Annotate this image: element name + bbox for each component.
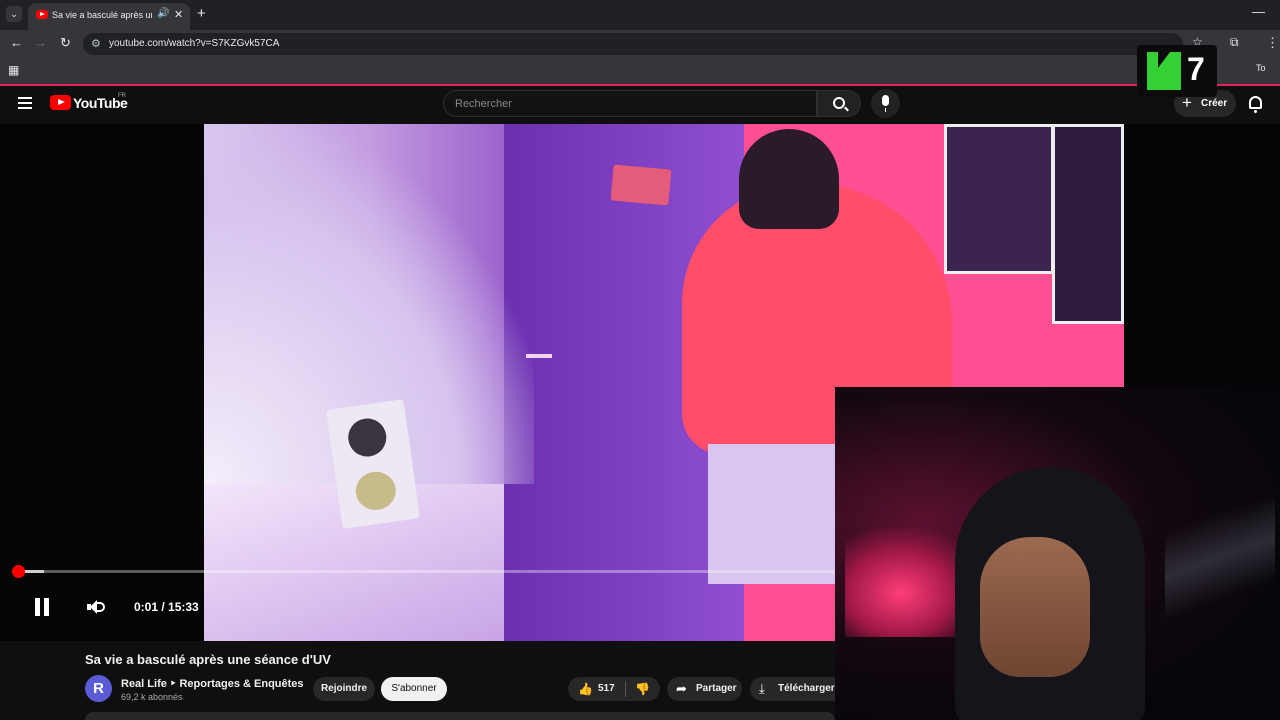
share-label: Partager [696, 683, 737, 694]
progress-scrubber-handle[interactable] [12, 565, 25, 578]
region-code: FR [118, 93, 126, 99]
channel-name[interactable]: Real Life ‣ Reportages & Enquêtes [121, 677, 304, 690]
like-dislike-group: 👍 517 👎 [568, 677, 660, 701]
forward-arrow-icon[interactable]: → [34, 35, 47, 50]
address-bar[interactable]: ⚙ youtube.com/watch?v=S7KZGvk57CA [83, 33, 1183, 55]
video-scene-person-hair [739, 129, 839, 229]
youtube-favicon-icon [36, 10, 48, 19]
join-button[interactable]: Rejoindre [313, 677, 375, 701]
search-button[interactable] [817, 90, 861, 117]
video-scene-speaker [326, 399, 420, 529]
bookmark-folder-label[interactable]: To [1256, 63, 1266, 73]
url-text: youtube.com/watch?v=S7KZGvk57CA [109, 38, 280, 49]
notifications-bell-icon[interactable] [1249, 96, 1262, 113]
download-button[interactable]: ⤓ Télécharger [750, 677, 835, 701]
k-letter-mark [1147, 52, 1181, 90]
join-label: Rejoindre [320, 683, 368, 694]
tab-list-button[interactable]: ⌄ [6, 6, 22, 22]
voice-search-button[interactable] [871, 89, 900, 118]
channel-avatar[interactable]: R [85, 675, 112, 702]
tab-title: Sa vie a basculé après une s [52, 10, 152, 20]
window-minimize-button[interactable]: — [1252, 4, 1265, 19]
tab-close-icon[interactable]: ✕ [174, 8, 183, 21]
video-scene-sign [610, 164, 672, 206]
youtube-logo-icon[interactable] [50, 95, 71, 110]
apps-grid-icon[interactable]: ▦ [8, 63, 19, 77]
back-arrow-icon[interactable]: ← [10, 35, 23, 50]
thumbs-up-icon[interactable]: 👍 [578, 682, 593, 696]
video-scene-person-skirt [708, 444, 838, 584]
subscriber-count: 69,2 k abonnés [121, 692, 183, 702]
guide-menu-icon[interactable] [18, 97, 32, 109]
time-display: 0:01 / 15:33 [134, 600, 199, 614]
subscribe-button[interactable]: S'abonner [381, 677, 447, 701]
webcam-person-face [980, 537, 1090, 677]
like-count[interactable]: 517 [598, 683, 615, 694]
volume-icon[interactable] [87, 600, 105, 614]
share-arrow-icon: ➦ [676, 681, 687, 696]
video-scene-poster [1052, 124, 1124, 324]
video-title: Sa vie a basculé après une séance d'UV [85, 652, 331, 667]
create-label: Créer [1201, 98, 1228, 109]
search-icon [833, 97, 845, 109]
new-tab-button[interactable]: + [197, 5, 206, 22]
reload-icon[interactable]: ↻ [60, 35, 71, 51]
thumbs-down-icon[interactable]: 👎 [635, 682, 650, 696]
subscribe-label: S'abonner [391, 683, 437, 694]
microphone-icon [882, 95, 889, 106]
search-input[interactable]: Rechercher [443, 90, 817, 117]
bookmarks-bar: ▦ [0, 58, 1280, 84]
download-icon: ⤓ [759, 681, 765, 696]
like-divider [625, 681, 626, 697]
progress-bar[interactable] [18, 570, 834, 573]
extensions-icon[interactable]: ⧉ [1230, 35, 1239, 50]
video-scene-door-handle [526, 354, 552, 358]
browser-tab-strip: ⌄ Sa vie a basculé après une s 🔊 ✕ + — [0, 0, 1280, 30]
description-box[interactable] [85, 712, 835, 720]
youtube-masthead: YouTube FR Rechercher + Créer [0, 86, 1280, 124]
k7-logo: 7 [1137, 45, 1217, 97]
logo-number: 7 [1187, 51, 1205, 87]
browser-toolbar: ← → ↻ ⚙ youtube.com/watch?v=S7KZGvk57CA … [0, 30, 1280, 58]
search-placeholder: Rechercher [455, 98, 512, 110]
pause-icon[interactable] [34, 598, 50, 616]
menu-dots-icon[interactable]: ⋮ [1266, 35, 1279, 51]
browser-tab[interactable]: Sa vie a basculé après une s 🔊 ✕ [28, 3, 190, 30]
site-info-icon[interactable]: ⚙ [91, 37, 101, 50]
video-scene-poster [944, 124, 1054, 274]
share-button[interactable]: ➦ Partager [667, 677, 742, 701]
webcam-overlay [835, 387, 1280, 720]
webcam-background-lights [1165, 467, 1275, 647]
tab-audio-icon[interactable]: 🔊 [157, 8, 169, 19]
download-label: Télécharger [778, 683, 835, 694]
